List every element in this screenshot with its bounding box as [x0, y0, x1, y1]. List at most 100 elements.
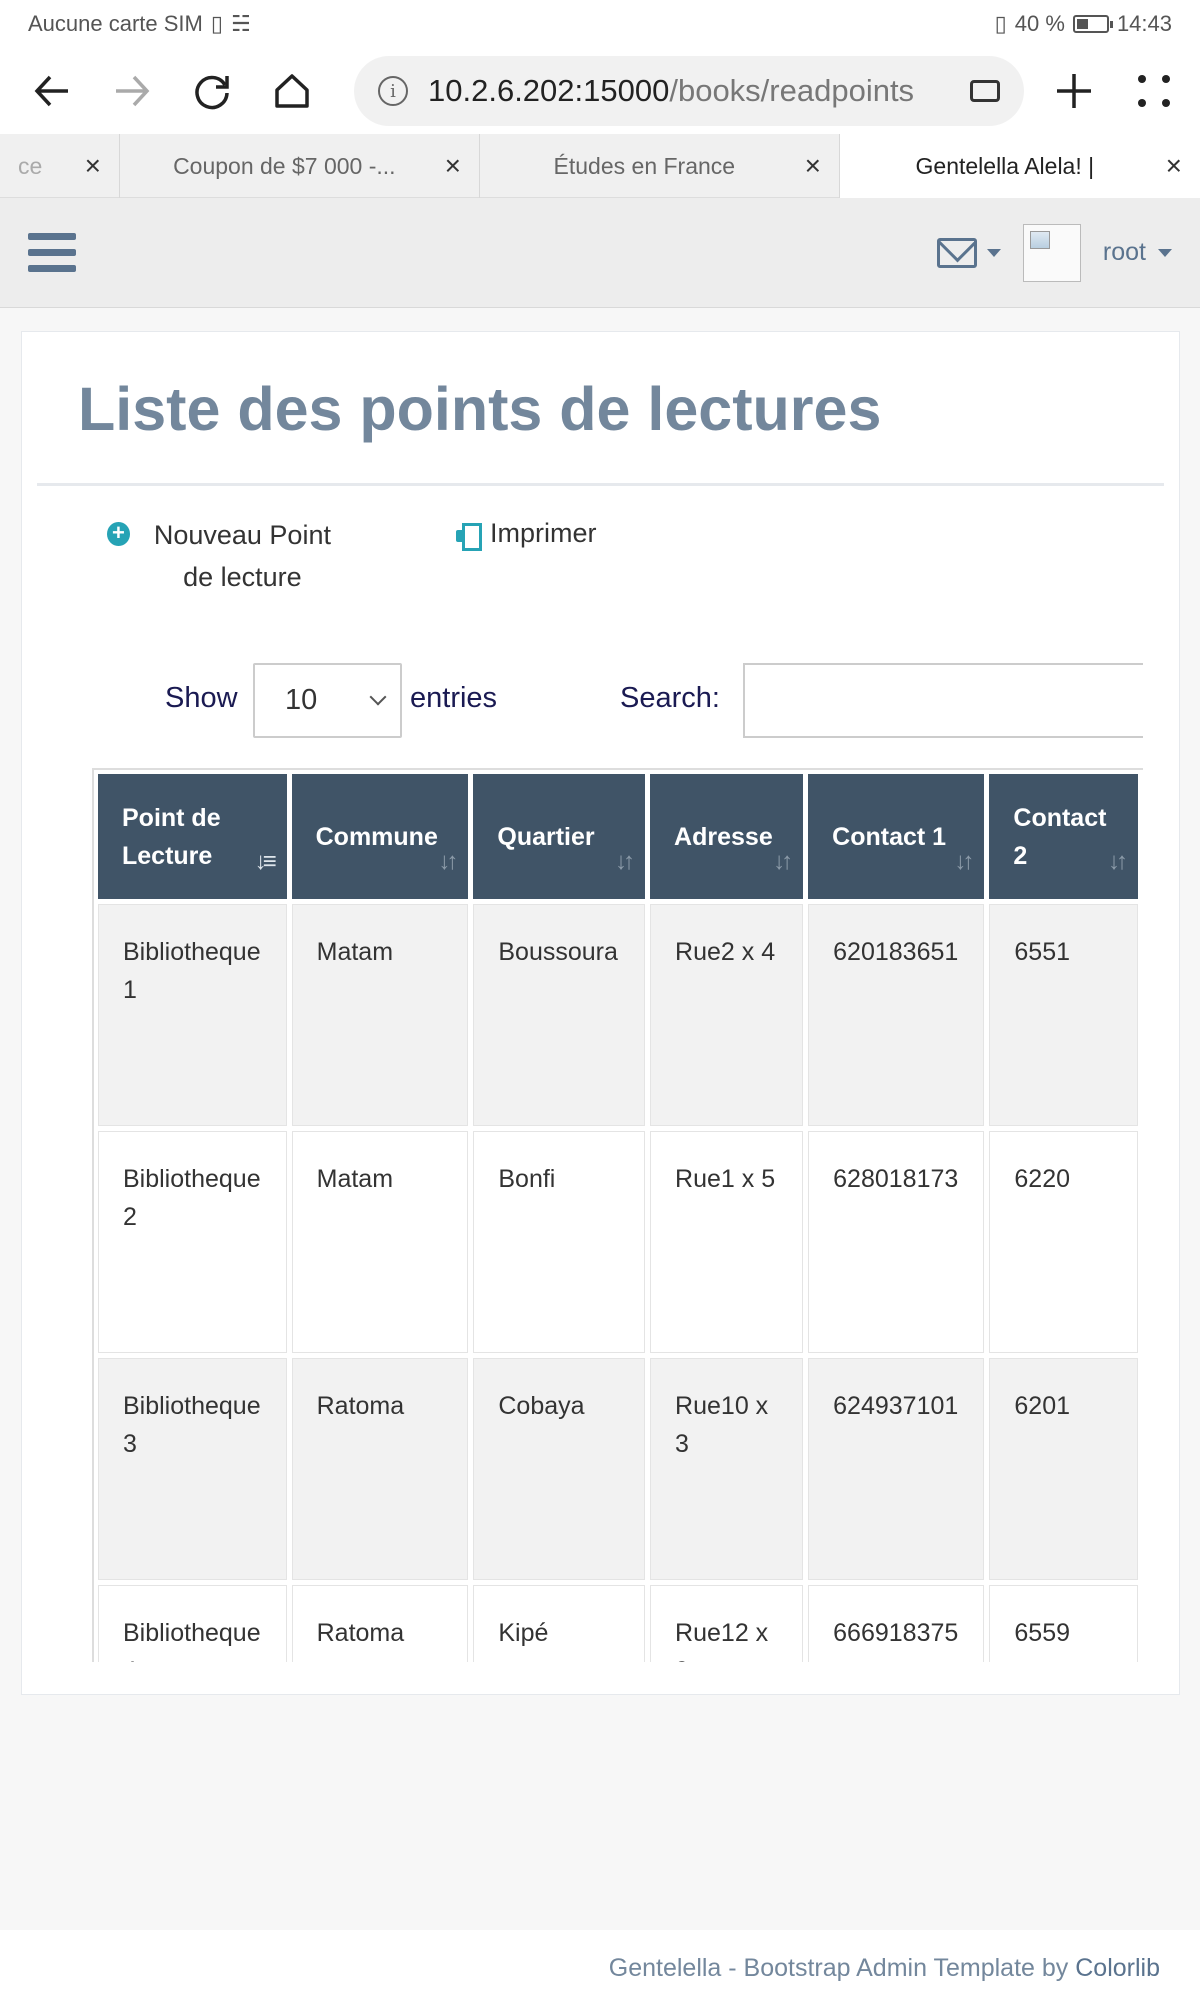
column-header-contact-1[interactable]: Contact 1 ↓↑: [808, 774, 985, 899]
caret-down-icon: [986, 248, 1001, 257]
table-cell: 6559: [989, 1585, 1138, 1662]
table-row[interactable]: Bibliotheque 2 Matam Bonfi Rue1 x 5 6280…: [98, 1131, 1138, 1353]
envelope-icon: [936, 237, 977, 268]
table-cell: 628018173: [808, 1131, 985, 1353]
table-cell: Cobaya: [473, 1358, 646, 1580]
tab-label: Coupon de $7 000 -...: [173, 152, 396, 179]
top-nav: root: [0, 198, 1200, 308]
table-row[interactable]: Bibliotheque 4 Ratoma Kipé Rue12 x 9 666…: [98, 1585, 1138, 1662]
column-header-commune[interactable]: Commune ↓↑: [291, 774, 469, 899]
table-cell: Rue2 x 4: [650, 904, 804, 1126]
footer-text: Gentelella - Bootstrap Admin Template by: [608, 1954, 1076, 1982]
table-cell: Matam: [291, 904, 469, 1126]
table-cell: Ratoma: [291, 1585, 469, 1662]
table-cell: Boussoura: [473, 904, 646, 1126]
entries-select[interactable]: 10: [253, 663, 402, 738]
address-bar[interactable]: i 10.2.6.202:15000/books/readpoints: [354, 56, 1024, 126]
browser-tab[interactable]: ce ×: [0, 134, 120, 198]
table-row[interactable]: Bibliotheque 3 Ratoma Cobaya Rue10 x 3 6…: [98, 1358, 1138, 1580]
search-label: Search:: [620, 682, 720, 714]
print-button[interactable]: Imprimer: [456, 518, 597, 551]
readpoints-table-wrapper: Point de Lecture ↓≡ Commune ↓↑ Quartier ↓↑ …: [92, 768, 1143, 1662]
new-readpoint-label: Nouveau Point de lecture: [153, 520, 331, 592]
user-dropdown[interactable]: root: [1103, 238, 1172, 267]
close-tab-icon[interactable]: ×: [445, 150, 461, 182]
table-cell: 6201: [989, 1358, 1138, 1580]
table-cell: Rue12 x 9: [650, 1585, 804, 1662]
forward-arrow-icon: [116, 75, 150, 107]
user-name: root: [1102, 238, 1146, 266]
sort-icon: ↓↑: [1108, 848, 1128, 875]
new-tab-icon[interactable]: [1054, 71, 1094, 111]
browser-tab-strip: ce × Coupon de $7 000 -... × Études en F…: [0, 134, 1200, 198]
tab-switcher-icon[interactable]: [970, 80, 1000, 102]
home-button[interactable]: [264, 63, 320, 119]
table-cell: Bibliotheque 2: [98, 1131, 287, 1353]
table-cell: Bibliotheque 1: [98, 904, 287, 1126]
browser-tab-active[interactable]: Gentelella Alela! | ×: [840, 134, 1200, 198]
table-cell: Bibliotheque 4: [98, 1585, 287, 1662]
tab-label: Études en France: [553, 152, 736, 179]
search-input[interactable]: [743, 663, 1143, 738]
sort-icon: ↓↑: [615, 848, 635, 875]
reload-button[interactable]: [184, 63, 240, 119]
clock: 14:43: [1116, 11, 1172, 36]
caret-down-icon: [1158, 248, 1172, 257]
entries-value: 10: [285, 684, 318, 716]
column-header-adresse[interactable]: Adresse ↓↑: [650, 774, 804, 899]
table-cell: 666918375: [808, 1585, 985, 1662]
table-cell: Ratoma: [291, 1358, 469, 1580]
status-bar: Aucune carte SIM ▯ ☵ ▯ 40 % 14:43: [0, 0, 1200, 48]
footer: Gentelella - Bootstrap Admin Template by…: [0, 1930, 1200, 2000]
battery-percent: 40 %: [1014, 11, 1065, 36]
column-header-point-de-lecture[interactable]: Point de Lecture ↓≡: [98, 774, 287, 899]
close-tab-icon[interactable]: ×: [1166, 150, 1182, 182]
table-cell: Matam: [291, 1131, 469, 1353]
table-cell: Bonfi: [473, 1131, 646, 1353]
plus-circle-icon: +: [107, 522, 130, 546]
close-tab-icon[interactable]: ×: [805, 150, 821, 182]
info-icon[interactable]: i: [378, 76, 408, 106]
content-panel: Liste des points de lectures + Nouveau P…: [21, 331, 1180, 1695]
carrier-text: Aucune carte SIM: [28, 11, 203, 36]
chevron-down-icon: [369, 688, 387, 706]
sort-icon: ↓↑: [954, 848, 974, 875]
menu-toggle-icon[interactable]: [28, 233, 76, 272]
readpoints-table: Point de Lecture ↓≡ Commune ↓↑ Quartier ↓↑ …: [94, 770, 1143, 1662]
print-label: Imprimer: [490, 518, 597, 548]
reload-icon: [195, 75, 229, 110]
url-host: 10.2.6.202:15000: [428, 73, 670, 108]
table-cell: Rue10 x 3: [650, 1358, 804, 1580]
sort-icon: ↓↑: [438, 848, 458, 875]
close-tab-icon[interactable]: ×: [85, 150, 101, 182]
browser-toolbar: i 10.2.6.202:15000/books/readpoints: [0, 48, 1200, 134]
tab-label: ce: [18, 152, 43, 179]
messages-dropdown[interactable]: [936, 237, 1001, 268]
page-title: Liste des points de lectures: [78, 375, 882, 443]
url-path: /books/readpoints: [669, 73, 915, 108]
footer-brand-link[interactable]: Colorlib: [1075, 1954, 1160, 1982]
show-label: Show: [165, 682, 238, 714]
battery-icon: [1072, 15, 1113, 33]
sort-asc-icon: ↓≡: [254, 848, 277, 875]
table-cell: 6551: [989, 904, 1138, 1126]
table-cell: Bibliotheque 3: [98, 1358, 287, 1580]
table-row[interactable]: Bibliotheque 1 Matam Boussoura Rue2 x 4 …: [98, 904, 1138, 1126]
back-arrow-icon: [34, 75, 68, 107]
back-button[interactable]: [24, 63, 80, 119]
vibrate-icon: ▯: [994, 11, 1007, 36]
avatar[interactable]: [1022, 223, 1081, 282]
table-cell: 624937101: [808, 1358, 985, 1580]
forward-button[interactable]: [104, 63, 160, 119]
browser-tab[interactable]: Études en France ×: [480, 134, 840, 198]
column-header-contact-2[interactable]: Contact 2 ↓↑: [989, 774, 1138, 899]
entries-label: entries: [410, 682, 498, 714]
menu-dots-icon[interactable]: [1134, 71, 1174, 111]
table-cell: 620183651: [808, 904, 985, 1126]
new-readpoint-button[interactable]: + Nouveau Point de lecture: [107, 518, 347, 598]
browser-tab[interactable]: Coupon de $7 000 -... ×: [120, 134, 480, 198]
table-cell: Rue1 x 5: [650, 1131, 804, 1353]
sim-icon: ▯: [210, 11, 223, 36]
column-header-quartier[interactable]: Quartier ↓↑: [473, 774, 646, 899]
printer-icon: [456, 523, 482, 551]
